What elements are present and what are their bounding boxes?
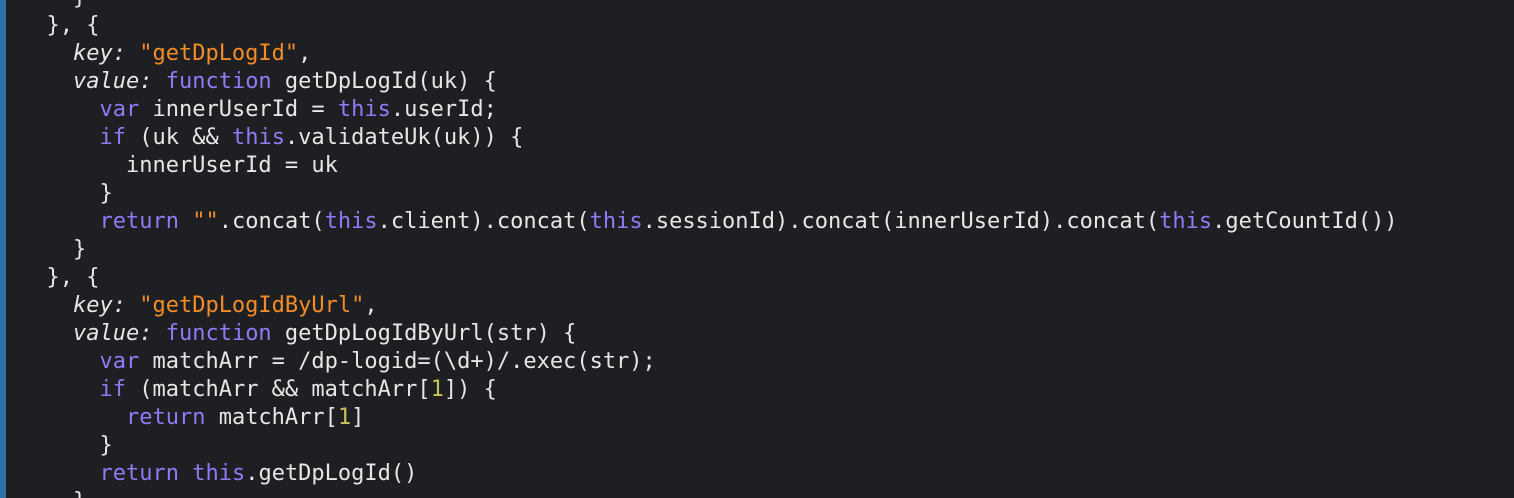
- keyword-token: var: [99, 97, 140, 122]
- this-keyword-token: this: [337, 97, 391, 122]
- number-token: 1: [430, 377, 444, 402]
- keyword-token: if: [99, 377, 126, 402]
- this-keyword-token: this: [192, 461, 246, 486]
- this-keyword-token: this: [324, 209, 378, 234]
- code-text: .getCountId()): [1212, 209, 1398, 234]
- code-text: innerUserId =: [139, 97, 338, 122]
- code-text: }: [20, 0, 86, 10]
- code-view[interactable]: } }, { key: "getDpLogId", value: functio…: [20, 0, 1398, 498]
- code-line[interactable]: innerUserId = uk: [20, 152, 1398, 180]
- code-text: ,: [298, 41, 312, 66]
- code-text: .concat(: [218, 209, 325, 234]
- code-text: }: [20, 489, 86, 498]
- code-line[interactable]: if (matchArr && matchArr[1]) {: [20, 376, 1398, 404]
- code-line[interactable]: return matchArr[1]: [20, 404, 1398, 432]
- code-line[interactable]: value: function getDpLogIdByUrl(str) {: [20, 320, 1398, 348]
- keyword-token: return: [125, 405, 206, 430]
- code-line[interactable]: }: [20, 0, 1398, 12]
- keyword-token: return: [99, 209, 179, 234]
- keyword-token: return: [99, 461, 179, 486]
- string-token: "getDpLogId": [139, 41, 299, 66]
- property-key-token: value:: [72, 321, 153, 346]
- code-text: }: [20, 237, 87, 262]
- code-text: innerUserId = uk: [20, 153, 338, 178]
- code-line[interactable]: }: [20, 236, 1398, 264]
- code-editor[interactable]: } }, { key: "getDpLogId", value: functio…: [0, 0, 1514, 498]
- code-line[interactable]: return this.getDpLogId(): [20, 460, 1398, 488]
- code-text: ]: [351, 405, 365, 430]
- code-text: (matchArr && matchArr[: [125, 377, 431, 402]
- code-text: matchArr[: [205, 405, 338, 430]
- keyword-token: if: [99, 125, 126, 150]
- code-text: ]) {: [443, 377, 497, 402]
- keyword-token: var: [99, 349, 140, 374]
- code-line[interactable]: if (uk && this.validateUk(uk)) {: [20, 124, 1398, 152]
- code-text: matchArr = /dp-logid=(\d+)/.exec(str);: [139, 349, 656, 374]
- string-token: "": [192, 209, 219, 234]
- string-token: "getDpLogIdByUrl": [139, 293, 365, 318]
- code-line[interactable]: key: "getDpLogId",: [20, 40, 1398, 68]
- code-text: }, {: [20, 265, 100, 290]
- code-text: .getDpLogId(): [245, 461, 418, 486]
- code-text: .sessionId).concat(innerUserId).concat(: [642, 209, 1160, 234]
- code-line[interactable]: }, {: [20, 12, 1398, 40]
- code-text: }: [20, 181, 113, 206]
- code-line[interactable]: value: function getDpLogId(uk) {: [20, 68, 1398, 96]
- code-text: .userId;: [390, 97, 497, 122]
- this-keyword-token: this: [231, 125, 285, 150]
- keyword-token: function: [165, 69, 272, 94]
- code-text: getDpLogIdByUrl(str) {: [271, 321, 577, 346]
- code-line[interactable]: }: [20, 180, 1398, 208]
- code-text: .client).concat(: [377, 209, 590, 234]
- code-text: }: [20, 433, 113, 458]
- code-line[interactable]: }: [20, 432, 1398, 460]
- this-keyword-token: this: [589, 209, 643, 234]
- property-key-token: key:: [72, 293, 126, 318]
- code-line[interactable]: var innerUserId = this.userId;: [20, 96, 1398, 124]
- gutter-indicator: [0, 0, 6, 498]
- number-token: 1: [337, 405, 352, 430]
- code-text: ,: [364, 293, 378, 318]
- code-text: getDpLogId(uk) {: [271, 69, 497, 94]
- code-text: (uk &&: [125, 125, 232, 150]
- code-line[interactable]: return "".concat(this.client).concat(thi…: [20, 208, 1398, 236]
- code-text: .validateUk(uk)) {: [284, 125, 524, 150]
- this-keyword-token: this: [1159, 209, 1213, 234]
- code-line[interactable]: key: "getDpLogIdByUrl",: [20, 292, 1398, 320]
- code-line[interactable]: var matchArr = /dp-logid=(\d+)/.exec(str…: [20, 348, 1398, 376]
- property-key-token: value:: [72, 69, 153, 94]
- code-line[interactable]: }: [20, 488, 1398, 498]
- property-key-token: key:: [72, 41, 126, 66]
- code-line[interactable]: }, {: [20, 264, 1398, 292]
- code-text: }, {: [20, 13, 100, 38]
- keyword-token: function: [165, 321, 272, 346]
